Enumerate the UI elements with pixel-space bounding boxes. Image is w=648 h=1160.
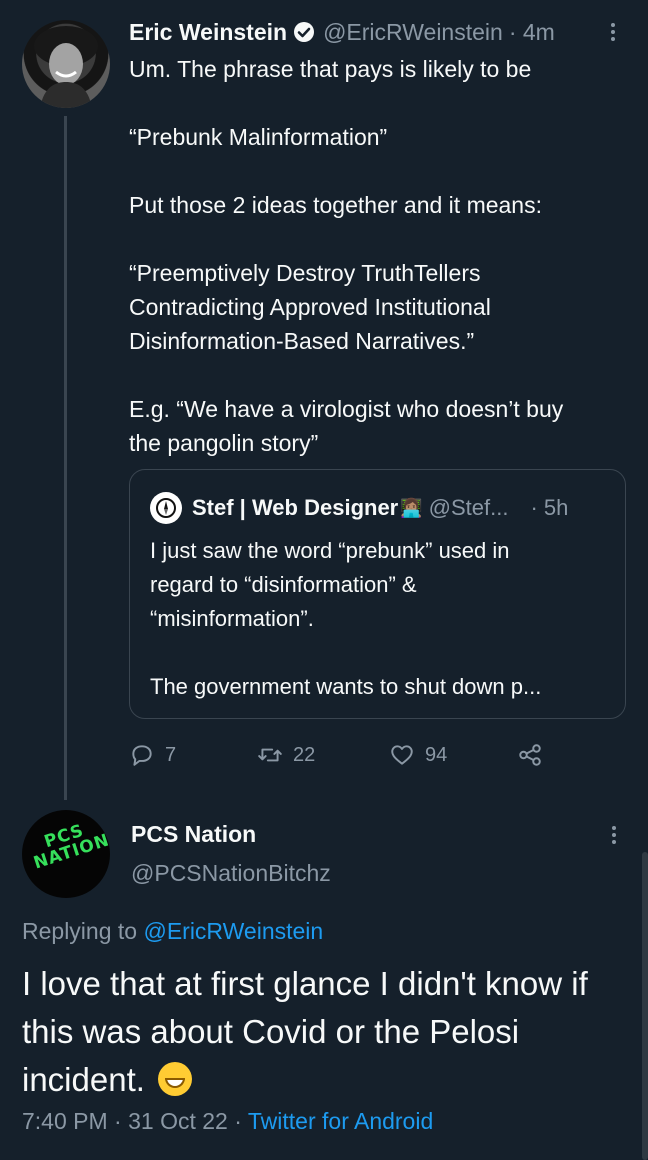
reply-button[interactable]: 7 — [129, 737, 176, 773]
replying-to-label: Replying to — [22, 918, 144, 944]
replying-to-handle-link[interactable]: @EricRWeinstein — [143, 918, 323, 944]
tweet2-meta: 7:40 PM · 31 Oct 22 · Twitter for Androi… — [22, 1108, 433, 1135]
thread-line — [64, 116, 67, 800]
scrollbar[interactable] — [642, 852, 648, 1160]
pcs-nation-logo-text: PCS NATION — [31, 820, 110, 874]
tweet2-time[interactable]: 7:40 PM — [22, 1108, 108, 1134]
verified-badge-icon — [293, 21, 315, 43]
retweet-icon — [258, 748, 282, 762]
heart-icon — [391, 745, 413, 765]
reply-count: 7 — [165, 743, 177, 766]
retweet-button[interactable]: 22 — [257, 737, 315, 773]
tweet2-more-options-icon[interactable] — [606, 823, 622, 849]
tweet1-author-name[interactable]: Eric Weinstein — [129, 19, 287, 46]
pcs-nation-avatar[interactable]: PCS NATION — [22, 810, 110, 898]
share-button[interactable] — [517, 737, 553, 773]
quoted-tweet-header: Stef | Web Designer 👩🏽‍💻 @Stef... · 5h — [150, 492, 568, 524]
tweet2-date[interactable]: 31 Oct 22 — [128, 1108, 228, 1134]
tweet2-author-name[interactable]: PCS Nation — [131, 821, 256, 848]
quoted-author-avatar — [150, 492, 182, 524]
replying-to-line: Replying to @EricRWeinstein — [22, 918, 323, 945]
retweet-count: 22 — [293, 743, 316, 766]
tweet2-source-link[interactable]: Twitter for Android — [248, 1108, 433, 1134]
like-button[interactable]: 94 — [389, 737, 447, 773]
tweet1-text: Um. The phrase that pays is likely to be… — [129, 56, 564, 456]
tweet1-time[interactable]: · 4m — [509, 19, 555, 46]
grinning-face-emoji-icon — [158, 1062, 193, 1096]
meta-separator-dot: · — [234, 1108, 242, 1134]
tweet1-more-options-icon[interactable] — [605, 20, 621, 46]
tweet2-body: I love that at first glance I didn't kno… — [22, 965, 588, 1098]
like-count: 94 — [425, 743, 448, 766]
quoted-tweet-text: I just saw the word “prebunk” used in re… — [150, 538, 542, 699]
quoted-author-handle: @Stef... — [428, 495, 509, 520]
meta-separator-dot: · — [114, 1108, 122, 1134]
reply-icon — [132, 745, 152, 766]
quoted-author-emoji: 👩🏽‍💻 — [400, 497, 423, 518]
quoted-tweet-time: · 5h — [530, 495, 569, 520]
quoted-tweet-card[interactable]: Stef | Web Designer 👩🏽‍💻 @Stef... · 5h I… — [129, 469, 626, 719]
share-icon — [519, 744, 541, 766]
tweet1-header: Eric Weinstein @EricRWeinstein · 4m — [129, 16, 555, 48]
tweet2-text: I love that at first glance I didn't kno… — [22, 960, 622, 1104]
eric-weinstein-avatar[interactable] — [22, 20, 110, 108]
tweet1-handle[interactable]: @EricRWeinstein — [323, 19, 503, 46]
quoted-author-name: Stef | Web Designer — [192, 495, 399, 520]
tweet2-handle[interactable]: @PCSNationBitchz — [131, 860, 331, 887]
